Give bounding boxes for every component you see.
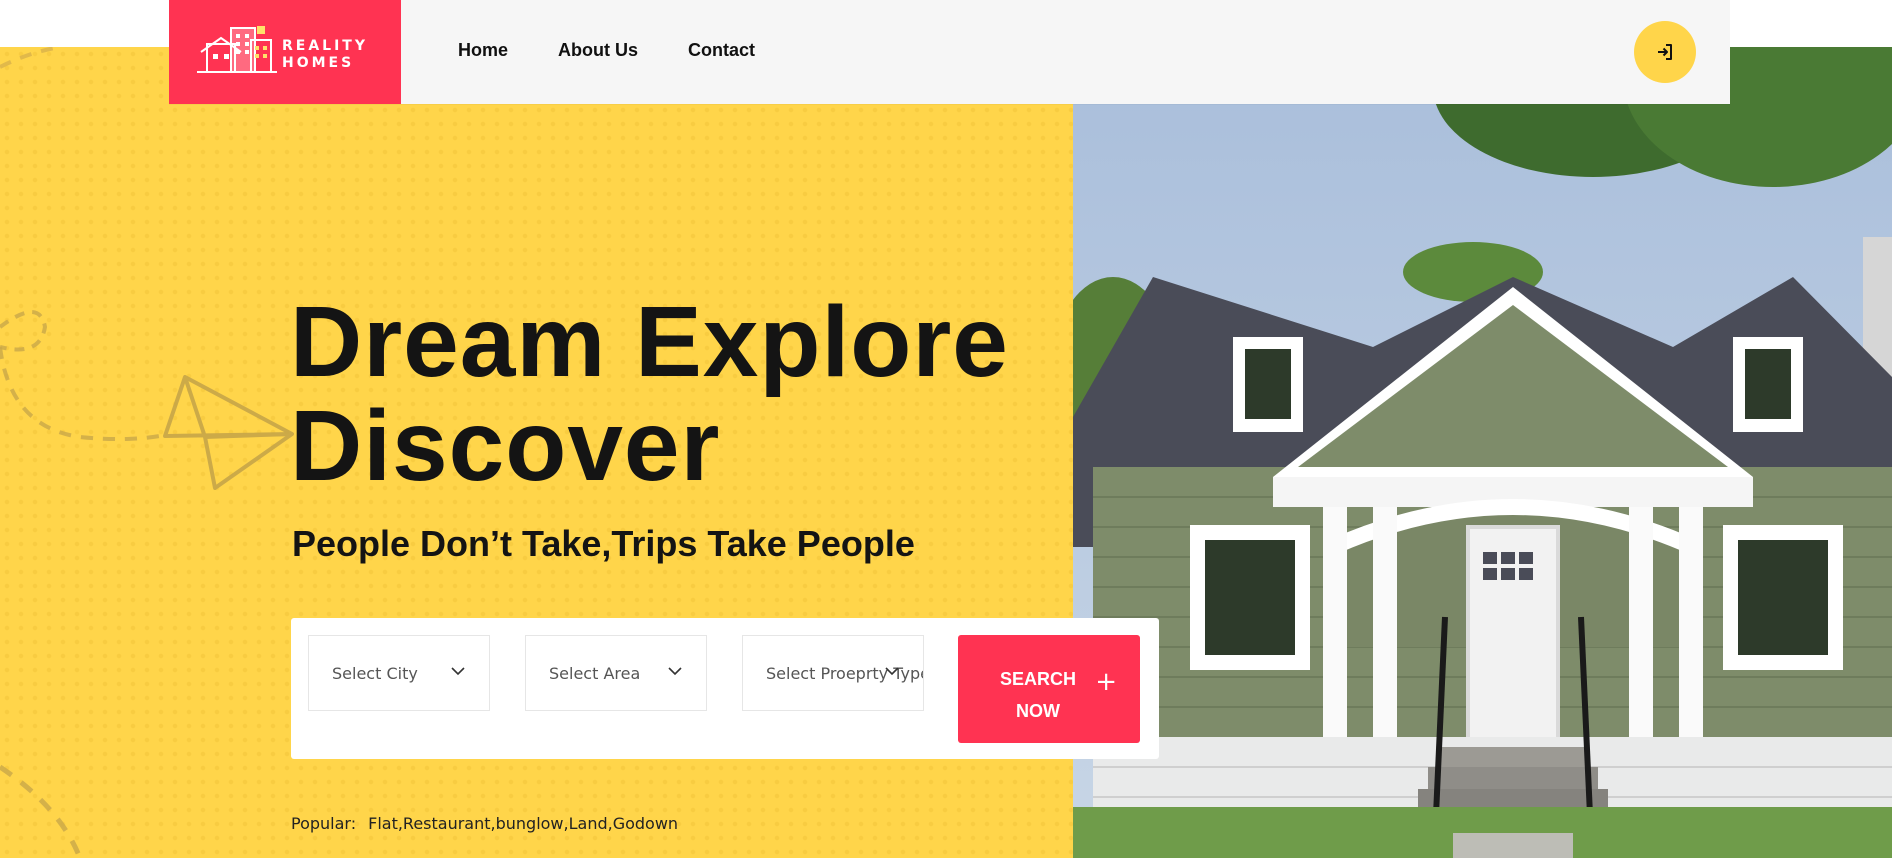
popular-label: Popular: [291,814,357,833]
house-photo [1073,47,1892,858]
search-panel: Select City Select Area Select Proeprty … [291,618,1159,759]
search-now-button[interactable]: SEARCH NOW + [958,635,1140,743]
chevron-down-icon [451,667,465,676]
chevron-down-icon [885,667,899,676]
hero-subtitle: People Don’t Take,Trips Take People [292,523,915,564]
search-button-label: SEARCH NOW [993,663,1083,727]
building-logo-icon [197,26,277,73]
popular-items[interactable]: Flat,Restaurant,bunglow,Land,Godown [368,814,678,833]
nav-home[interactable]: Home [458,40,508,61]
property-type-select[interactable]: Select Proeprty Type [742,635,924,711]
city-select[interactable]: Select City [308,635,490,711]
logo-text: REALITY HOMES [282,38,368,72]
nav-contact[interactable]: Contact [688,40,755,61]
area-select-placeholder: Select Area [549,663,641,683]
logo-line-2: HOMES [282,55,355,71]
search-button-line-1: SEARCH [999,669,1076,689]
hero-title: Dream Explore Discover [290,290,1009,498]
hero-title-line-1: Dream Explore [290,286,1009,398]
plus-icon: + [1095,667,1117,697]
popular-searches: Popular: Flat,Restaurant,bunglow,Land,God… [291,814,678,833]
property-type-select-placeholder: Select Proeprty Type [766,663,924,683]
site-header: REALITY HOMES Home About Us Contact [169,0,1730,104]
login-button[interactable] [1634,21,1696,83]
chevron-down-icon [668,667,682,676]
house-illustration [1073,47,1892,858]
area-select[interactable]: Select Area [525,635,707,711]
hero-title-line-2: Discover [290,390,721,502]
paper-plane-icon [163,375,294,490]
search-button-line-2: NOW [1016,701,1060,721]
nav-about-us[interactable]: About Us [558,40,638,61]
main-nav: Home About Us Contact [458,40,755,61]
city-select-placeholder: Select City [332,663,418,683]
logo[interactable]: REALITY HOMES [169,0,401,104]
logo-line-1: REALITY [282,38,368,54]
sign-in-icon [1658,44,1672,60]
